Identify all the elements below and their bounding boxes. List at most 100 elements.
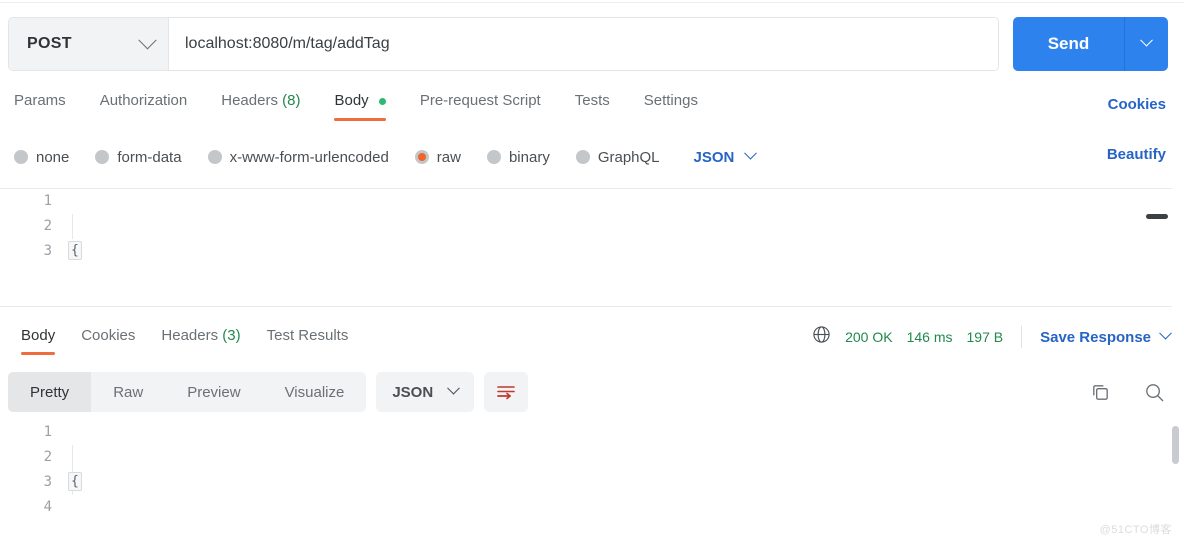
body-type-row: none form-data x-www-form-urlencoded raw… [0,138,1184,176]
response-size: 197 B [966,329,1004,345]
line-number: 1 [43,424,52,440]
response-status: 200 OK [845,329,893,345]
radio-selected-icon [414,150,429,164]
chevron-down-icon [447,381,461,395]
save-response-label: Save Response [1040,328,1151,346]
radio-icon [207,150,222,164]
wrap-lines-icon [497,386,515,400]
brace-open: { [68,472,82,491]
raw-format-dropdown[interactable]: JSON [693,146,758,166]
response-gutter: 1 2 3 4 [0,420,68,543]
send-button[interactable]: Send [1013,17,1124,71]
code-line: { [68,470,1184,495]
meta-divider [1021,326,1023,348]
request-gutter: 1 2 3 [0,189,68,306]
request-body-editor[interactable]: 1 2 3 { ····"tagName":"mybatis" } [0,188,1172,307]
tab-tests[interactable]: Tests [575,92,610,121]
request-url-bar: POST localhost:8080/m/tag/addTag Send [0,10,1184,78]
raw-format-label: JSON [693,148,735,166]
tab-authorization[interactable]: Authorization [100,92,188,121]
body-type-form-data[interactable]: form-data [95,148,182,166]
response-format-toolbar: Pretty Raw Preview Visualize JSON [0,366,1184,418]
line-number: 4 [43,499,52,515]
view-pretty[interactable]: Pretty [8,372,92,412]
tab-body[interactable]: Body [334,92,387,121]
body-type-label: x-www-form-urlencoded [229,148,389,166]
body-present-dot-icon [378,97,386,105]
url-value: localhost:8080/m/tag/addTag [185,35,390,52]
body-type-label: GraphQL [597,148,660,166]
response-tabs-bar: Body Cookies Headers (3) Test Results 20… [0,314,1184,360]
tab-count: (8) [282,92,301,109]
line-number: 1 [43,193,52,209]
url-input[interactable]: localhost:8080/m/tag/addTag [169,18,998,70]
response-tab-headers[interactable]: Headers (3) [161,319,240,355]
body-type-x-www-form-urlencoded[interactable]: x-www-form-urlencoded [207,148,389,166]
search-button[interactable] [1143,381,1166,404]
body-type-binary[interactable]: binary [486,148,550,166]
body-type-raw[interactable]: raw [414,149,461,166]
tab-settings[interactable]: Settings [644,92,698,121]
radio-icon [486,150,501,164]
response-tab-cookies[interactable]: Cookies [81,319,135,355]
top-divider [0,2,1184,3]
body-type-label: none [36,148,70,166]
view-preview[interactable]: Preview [165,372,262,412]
response-meta: 200 OK 146 ms 197 B Save Response [812,314,1172,360]
body-type-graphql[interactable]: GraphQL [575,148,660,166]
response-tab-test-results[interactable]: Test Results [267,319,349,355]
save-response-button[interactable]: Save Response [1040,326,1172,346]
line-number: 2 [43,449,52,465]
tab-pre-request-script[interactable]: Pre-request Script [420,92,541,121]
response-view-segmented: Pretty Raw Preview Visualize [8,372,367,412]
chevron-down-icon [1159,326,1172,340]
tab-label: Body [21,327,56,344]
tab-label: Body [334,92,369,109]
radio-icon [95,150,110,164]
tab-label: Test Results [266,327,349,344]
http-method-label: POST [27,35,72,52]
response-time: 146 ms [906,329,953,345]
tab-label: Settings [643,92,698,109]
tab-params[interactable]: Params [14,92,66,121]
response-actions [1090,366,1166,418]
wrap-lines-button[interactable] [484,372,529,412]
cookies-link[interactable]: Cookies [1108,96,1166,113]
response-language-label: JSON [392,383,434,401]
send-options-button[interactable] [1124,17,1168,71]
tab-label: Authorization [99,92,188,109]
body-type-label: binary [508,148,550,166]
response-code: { "responseCode": "103002", "responseMes… [68,420,1184,543]
http-method-dropdown[interactable]: POST [9,18,169,70]
tab-label: Headers [221,92,278,109]
send-button-group[interactable]: Send [1013,17,1168,71]
tab-count: (3) [222,327,241,344]
copy-icon [1093,384,1108,400]
line-number: 3 [43,474,52,490]
chevron-down-icon [744,146,758,160]
view-raw[interactable]: Raw [91,372,165,412]
response-tab-body[interactable]: Body [21,319,56,355]
request-code[interactable]: { ····"tagName":"mybatis" } [68,189,1172,306]
brace-open: { [68,241,82,260]
horizontal-scrollbar-thumb[interactable] [1146,214,1168,219]
response-body-viewer[interactable]: 1 2 3 4 { "responseCode": "103002", "res… [0,420,1184,543]
tab-headers[interactable]: Headers (8) [221,92,300,121]
watermark: @51CTO博客 [1099,524,1172,536]
body-type-label: form-data [117,148,182,166]
body-type-none[interactable]: none [14,149,69,166]
line-number: 3 [43,243,52,259]
chevron-down-icon [1140,33,1153,47]
response-language-dropdown[interactable]: JSON [376,372,475,412]
tab-label: Tests [574,92,610,109]
tab-label: Pre-request Script [419,92,541,109]
method-url-group: POST localhost:8080/m/tag/addTag [8,17,999,71]
code-line: { [68,239,1172,264]
chevron-down-icon [138,30,157,49]
copy-button[interactable] [1090,382,1111,403]
vertical-scrollbar-thumb[interactable] [1172,426,1179,464]
tab-label: Params [14,92,66,109]
radio-icon [575,150,590,164]
view-visualize[interactable]: Visualize [263,372,367,412]
request-tabs: Params Authorization Headers (8) Body Pr… [0,86,1184,130]
